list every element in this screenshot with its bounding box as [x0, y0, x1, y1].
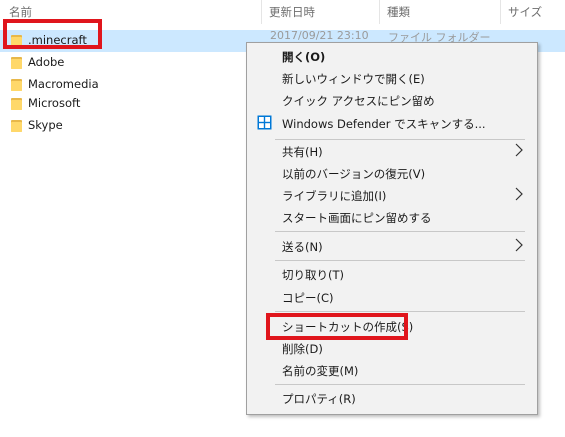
menu-separator — [275, 231, 525, 232]
folder-icon — [11, 57, 22, 69]
folder-icon — [11, 120, 22, 132]
menu-item-label: コピー(C) — [282, 291, 334, 305]
column-name-header[interactable]: 名前 — [9, 4, 32, 20]
menu-item-label: プロパティ(R) — [282, 392, 356, 406]
column-divider[interactable] — [261, 0, 262, 24]
menu-item-cut[interactable]: 切り取り(T) — [247, 263, 537, 285]
file-name: Skype — [28, 118, 63, 132]
menu-item-label: 新しいウィンドウで開く(E) — [282, 72, 425, 86]
menu-item-send-to[interactable]: 送る(N) — [247, 235, 537, 257]
menu-item-rename[interactable]: 名前の変更(M) — [247, 359, 537, 381]
windows-defender-icon — [257, 115, 272, 130]
column-divider[interactable] — [500, 0, 501, 24]
menu-item-pin-quick-access[interactable]: クイック アクセスにピン留め — [247, 89, 537, 111]
menu-item-label: 名前の変更(M) — [282, 364, 359, 378]
folder-icon — [11, 98, 22, 110]
highlight-box-create-shortcut — [266, 313, 408, 340]
menu-item-label: クイック アクセスにピン留め — [282, 94, 435, 108]
menu-item-copy[interactable]: コピー(C) — [247, 286, 537, 308]
menu-item-restore-previous[interactable]: 以前のバージョンの復元(V) — [247, 162, 537, 184]
menu-item-label: 以前のバージョンの復元(V) — [282, 167, 426, 181]
menu-item-pin-start[interactable]: スタート画面にピン留めする — [247, 206, 537, 228]
menu-item-add-to-library[interactable]: ライブラリに追加(I) — [247, 184, 537, 206]
menu-item-label: 削除(D) — [282, 342, 323, 356]
chevron-right-icon — [515, 187, 523, 201]
column-type-header[interactable]: 種類 — [387, 4, 410, 20]
menu-separator — [275, 311, 525, 312]
menu-separator — [275, 260, 525, 261]
menu-item-open[interactable]: 開く(O) — [247, 45, 537, 67]
chevron-right-icon — [515, 238, 523, 252]
folder-icon — [11, 79, 22, 91]
menu-item-label: スタート画面にピン留めする — [282, 211, 432, 225]
file-name: Adobe — [28, 55, 65, 69]
menu-item-label: 切り取り(T) — [282, 268, 344, 282]
highlight-box-selected-folder — [3, 19, 102, 49]
menu-separator — [275, 384, 525, 385]
file-name: Microsoft — [28, 96, 81, 110]
menu-item-delete[interactable]: 削除(D) — [247, 337, 537, 359]
chevron-right-icon — [515, 143, 523, 157]
file-date: 2017/09/21 23:10 — [270, 29, 369, 42]
menu-item-open-new-window[interactable]: 新しいウィンドウで開く(E) — [247, 67, 537, 89]
sort-ascending-icon: ^ — [126, 0, 134, 7]
column-size-header[interactable]: サイズ — [508, 4, 542, 20]
file-name: Macromedia — [28, 77, 99, 91]
column-modified-header[interactable]: 更新日時 — [269, 4, 315, 20]
menu-item-label: 送る(N) — [282, 240, 323, 254]
menu-item-properties[interactable]: プロパティ(R) — [247, 387, 537, 409]
menu-item-defender-scan[interactable]: Windows Defender でスキャンする... — [247, 112, 537, 134]
menu-item-label: 開く(O) — [282, 50, 326, 64]
menu-item-label: ライブラリに追加(I) — [282, 189, 387, 203]
menu-item-share[interactable]: 共有(H) — [247, 140, 537, 162]
context-menu: 開く(O) 新しいウィンドウで開く(E) クイック アクセスにピン留め Wind… — [246, 42, 538, 415]
menu-item-label: 共有(H) — [282, 145, 323, 159]
column-divider[interactable] — [379, 0, 380, 24]
menu-item-label: Windows Defender でスキャンする... — [282, 117, 486, 131]
